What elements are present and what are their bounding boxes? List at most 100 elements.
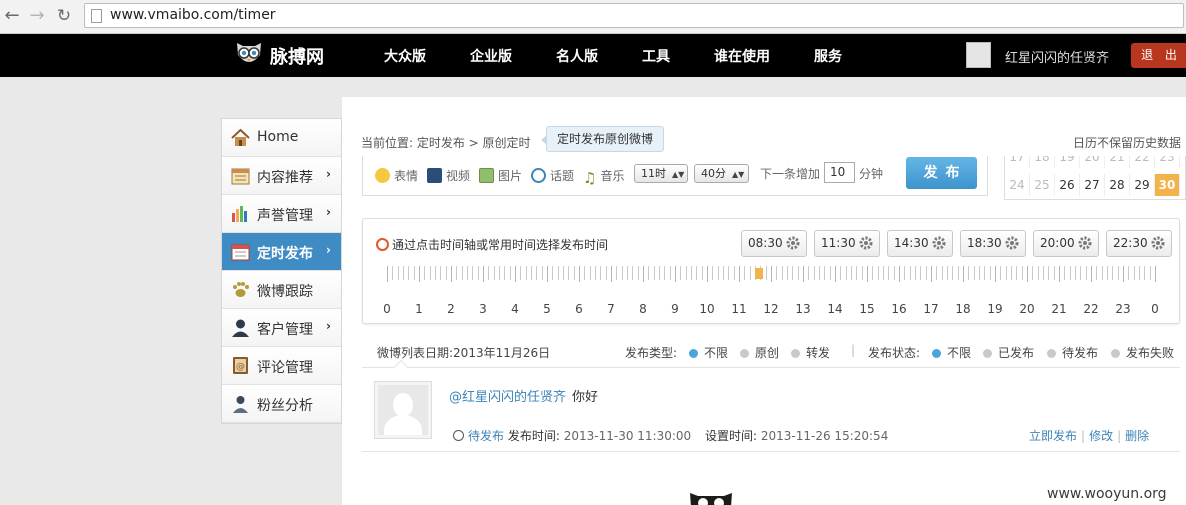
timeline-tick[interactable] — [920, 266, 922, 280]
timeline-tick[interactable] — [989, 266, 991, 280]
timeline-tick[interactable] — [749, 266, 751, 280]
timeline-tick[interactable] — [541, 266, 543, 280]
timeline-tick[interactable] — [680, 266, 682, 280]
timeline-tick[interactable] — [1043, 266, 1044, 280]
preset-time-button[interactable]: 11:30 — [814, 230, 880, 257]
timeline-tick[interactable] — [1101, 266, 1103, 280]
timeline-tick[interactable] — [477, 266, 479, 280]
timeline-tick[interactable] — [717, 266, 719, 280]
timeline-tick[interactable] — [701, 266, 703, 280]
timeline-tick[interactable] — [403, 266, 404, 280]
timeline-tick[interactable] — [509, 266, 511, 280]
type-radio-all[interactable]: 不限 — [689, 344, 728, 361]
publish-button[interactable]: 发布 — [906, 157, 977, 189]
sidebar-item-home[interactable]: Home — [222, 119, 341, 157]
status-radio-failed[interactable]: 发布失败 — [1111, 344, 1174, 361]
timeline-tick[interactable] — [520, 266, 522, 280]
video-tool[interactable]: 视频 — [427, 167, 470, 184]
timeline-selected-marker[interactable] — [755, 268, 763, 279]
timeline-tick[interactable] — [515, 266, 516, 282]
timeline-tick[interactable] — [867, 266, 868, 282]
timeline-tick[interactable] — [643, 266, 644, 282]
timeline-tick[interactable] — [659, 266, 660, 280]
timeline-tick[interactable] — [771, 266, 772, 282]
topic-tool[interactable]: 话题 — [531, 167, 574, 184]
timeline-tick[interactable] — [595, 266, 596, 280]
timeline-tick[interactable] — [648, 266, 650, 280]
calendar-day[interactable]: 17 — [1005, 156, 1030, 168]
timeline-tick[interactable] — [1069, 266, 1071, 280]
gear-icon[interactable] — [1078, 236, 1092, 250]
calendar-day[interactable]: 18 — [1030, 156, 1055, 168]
user-name[interactable]: 红星闪闪的任贤齐 — [1005, 47, 1109, 66]
timeline-tick[interactable] — [728, 266, 730, 280]
timeline-tick[interactable] — [1005, 266, 1007, 280]
timeline-tick[interactable] — [973, 266, 975, 280]
sidebar-item-content-recommend[interactable]: 内容推荐 › — [222, 157, 341, 195]
calendar-day[interactable]: 29 — [1130, 174, 1155, 196]
timeline-tick[interactable] — [1149, 266, 1151, 280]
preset-time-button[interactable]: 08:30 — [741, 230, 807, 257]
timeline-tick[interactable] — [1091, 266, 1092, 282]
increment-input[interactable]: 10 — [824, 162, 855, 183]
timeline-tick[interactable] — [669, 266, 671, 280]
timeline-tick[interactable] — [568, 266, 570, 280]
timeline-tick[interactable] — [909, 266, 911, 280]
timeline-tick[interactable] — [1032, 266, 1034, 280]
preset-time-button[interactable]: 14:30 — [887, 230, 953, 257]
timeline-tick[interactable] — [941, 266, 943, 280]
gear-icon[interactable] — [859, 236, 873, 250]
timeline-tick[interactable] — [387, 266, 388, 282]
sidebar-item-weibo-tracking[interactable]: 微博跟踪 — [222, 271, 341, 309]
gear-icon[interactable] — [1151, 236, 1165, 250]
timeline-tick[interactable] — [968, 266, 970, 280]
timeline-tick[interactable] — [472, 266, 474, 280]
sidebar-item-fan-analysis[interactable]: 粉丝分析 — [222, 385, 341, 423]
calendar-day[interactable]: 22 — [1130, 156, 1155, 168]
image-tool[interactable]: 图片 — [479, 167, 522, 184]
post-avatar[interactable] — [374, 381, 432, 439]
timeline-tick[interactable] — [685, 266, 687, 280]
timeline-tick[interactable] — [579, 266, 580, 282]
timeline-tick[interactable] — [1107, 266, 1108, 280]
timeline-tick[interactable] — [819, 266, 820, 280]
timeline-tick[interactable] — [765, 266, 767, 280]
timeline-tick[interactable] — [1064, 266, 1066, 280]
timeline-tick[interactable] — [563, 266, 564, 280]
calendar-day[interactable]: 26 — [1055, 174, 1080, 196]
timeline-tick[interactable] — [605, 266, 607, 280]
calendar-day[interactable]: 21 — [1105, 156, 1130, 168]
timeline-tick[interactable] — [397, 266, 399, 280]
timeline-tick[interactable] — [1123, 266, 1124, 282]
timeline-tick[interactable] — [851, 266, 852, 280]
timeline-tick[interactable] — [733, 266, 735, 280]
timeline-tick[interactable] — [952, 266, 954, 280]
calendar-day[interactable]: 23 — [1155, 156, 1180, 168]
timeline-tick[interactable] — [1048, 266, 1050, 280]
timeline-tick[interactable] — [1000, 266, 1002, 280]
status-radio-pending[interactable]: 待发布 — [1047, 344, 1098, 361]
timeline-tick[interactable] — [429, 266, 431, 280]
timeline-tick[interactable] — [787, 266, 788, 280]
timeline-tick[interactable] — [1021, 266, 1023, 280]
timeline-tick[interactable] — [691, 266, 692, 280]
reload-icon[interactable]: ↻ — [54, 6, 74, 26]
preset-time-button[interactable]: 18:30 — [960, 230, 1026, 257]
timeline-tick[interactable] — [435, 266, 436, 280]
sidebar-item-comment-management[interactable]: @ 评论管理 — [222, 347, 341, 385]
timeline-tick[interactable] — [547, 266, 548, 282]
timeline-tick[interactable] — [936, 266, 938, 280]
timeline-tick[interactable] — [947, 266, 948, 280]
timeline-tick[interactable] — [413, 266, 415, 280]
timeline-tick[interactable] — [675, 266, 676, 282]
timeline-tick[interactable] — [712, 266, 714, 280]
gear-icon[interactable] — [932, 236, 946, 250]
nav-item-public[interactable]: 大众版 — [384, 46, 426, 66]
timeline-tick[interactable] — [536, 266, 538, 280]
timeline-tick[interactable] — [739, 266, 740, 282]
hour-select[interactable]: 11时 ▲▼ — [634, 164, 688, 183]
timeline-tick[interactable] — [584, 266, 586, 280]
timeline-tick[interactable] — [797, 266, 799, 280]
timeline-tick[interactable] — [1059, 266, 1060, 282]
timeline-tick[interactable] — [589, 266, 591, 280]
